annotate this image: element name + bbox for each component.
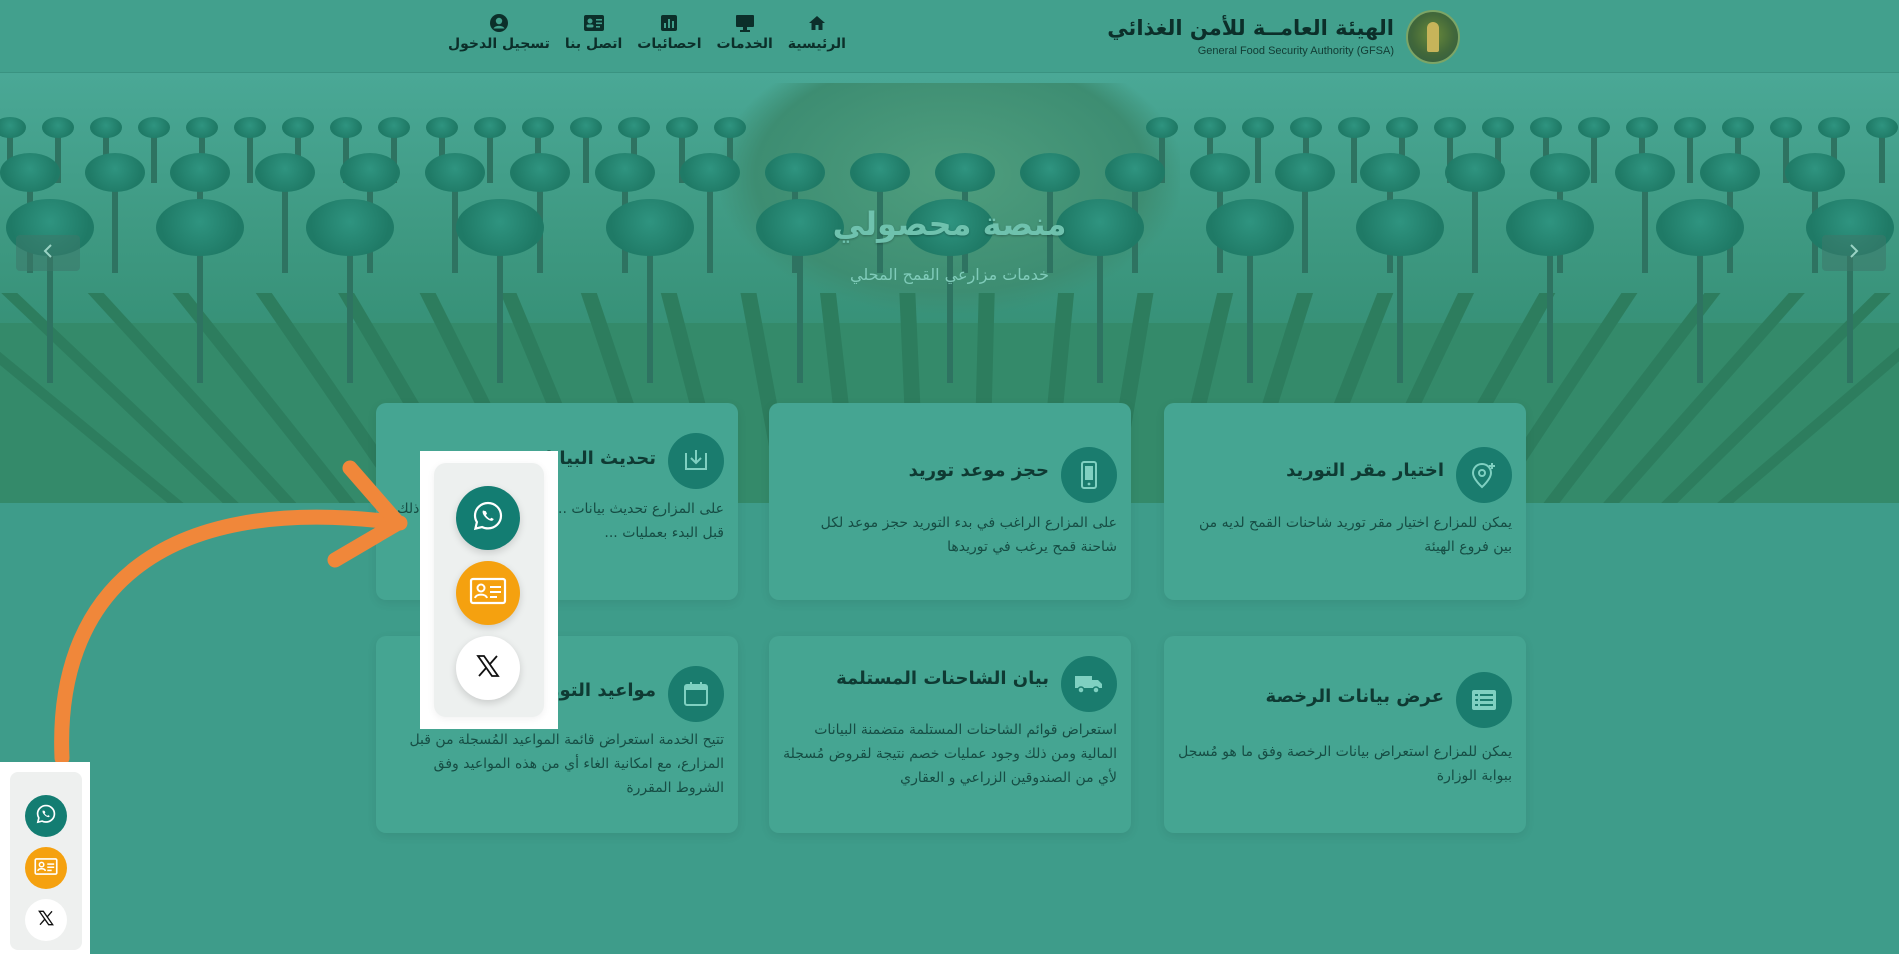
id-card-button[interactable] [25,847,67,889]
annotation-arrow [54,460,408,766]
whatsapp-button[interactable] [25,795,67,837]
share-panel-frame [0,762,90,954]
id-card-icon [34,857,58,880]
share-panel [10,772,82,950]
x-logo-icon [38,910,54,930]
whatsapp-icon [35,803,57,829]
x-button[interactable] [25,899,67,941]
